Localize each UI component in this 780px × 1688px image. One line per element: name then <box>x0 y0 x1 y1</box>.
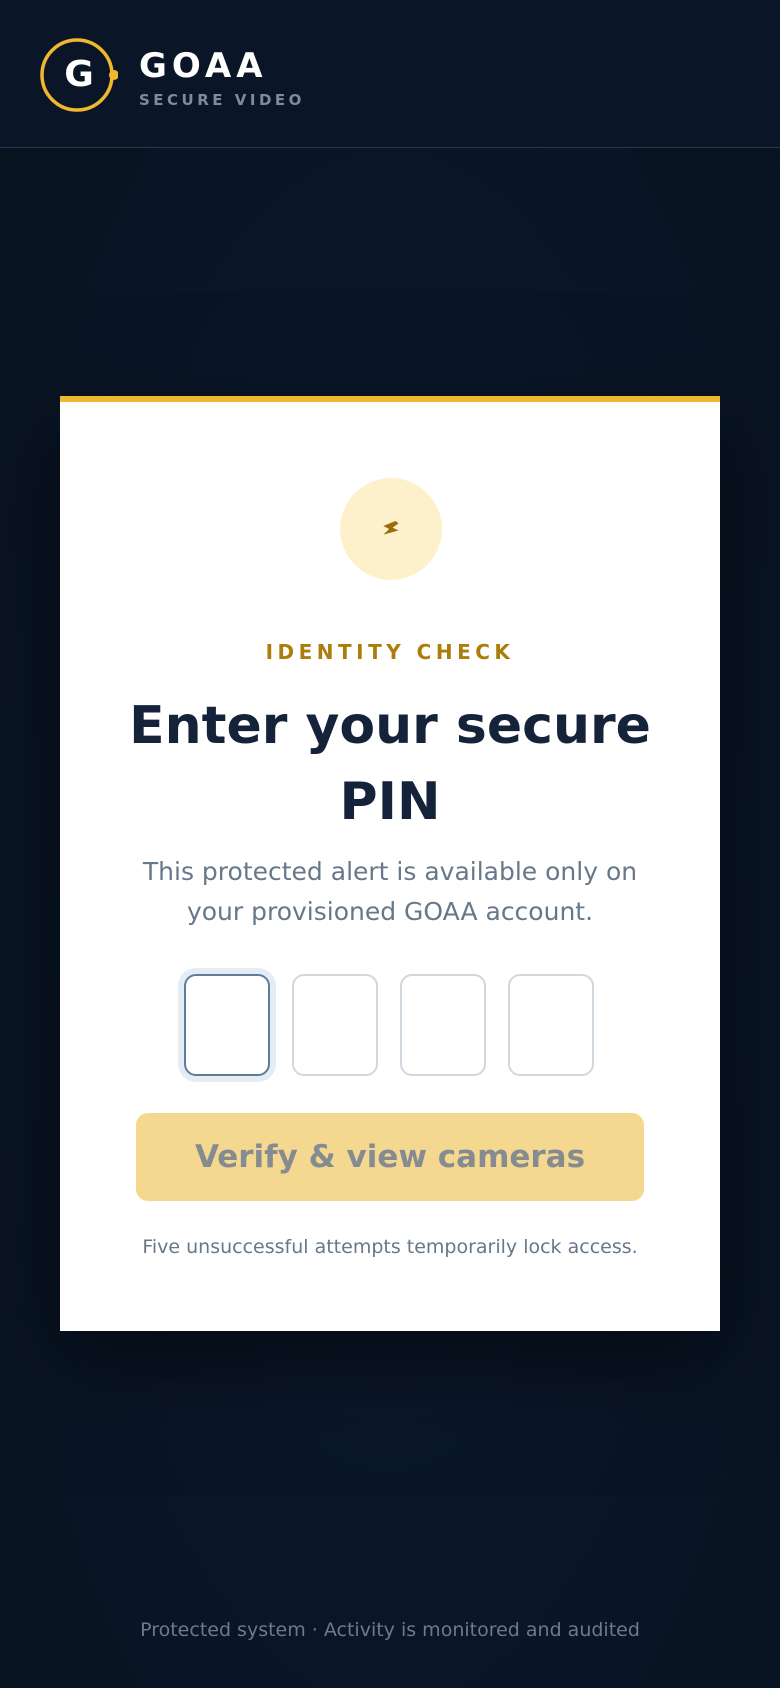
verify-button[interactable]: Verify & view cameras <box>136 1113 644 1201</box>
pin-digit-1[interactable] <box>184 974 270 1076</box>
badge <box>340 478 442 580</box>
lightning-bolt-icon <box>383 521 399 535</box>
pin-digit-4[interactable] <box>508 974 594 1076</box>
pin-digit-2[interactable] <box>292 974 378 1076</box>
brand-tagline: SECURE VIDEO <box>139 91 305 109</box>
app-header: G GOAA SECURE VIDEO <box>0 0 780 148</box>
footer-notice: Protected system · Activity is monitored… <box>140 1619 640 1641</box>
eyebrow-label: IDENTITY CHECK <box>265 640 515 664</box>
brand-name: GOAA <box>139 46 268 86</box>
lockout-note: Five unsuccessful attempts temporarily l… <box>142 1236 638 1258</box>
pin-digit-3[interactable] <box>400 974 486 1076</box>
pin-input-group <box>184 974 596 1078</box>
goaa-logo: G <box>40 36 118 114</box>
pin-card: IDENTITY CHECK Enter your secure PIN Thi… <box>60 396 720 1331</box>
page-title: Enter your secure PIN <box>129 696 651 832</box>
app-root: G GOAA SECURE VIDEO IDENTITY CHECK Enter… <box>0 0 780 1688</box>
logo-letter: G <box>64 54 94 95</box>
page-subtitle: This protected alert is available only o… <box>142 857 638 926</box>
